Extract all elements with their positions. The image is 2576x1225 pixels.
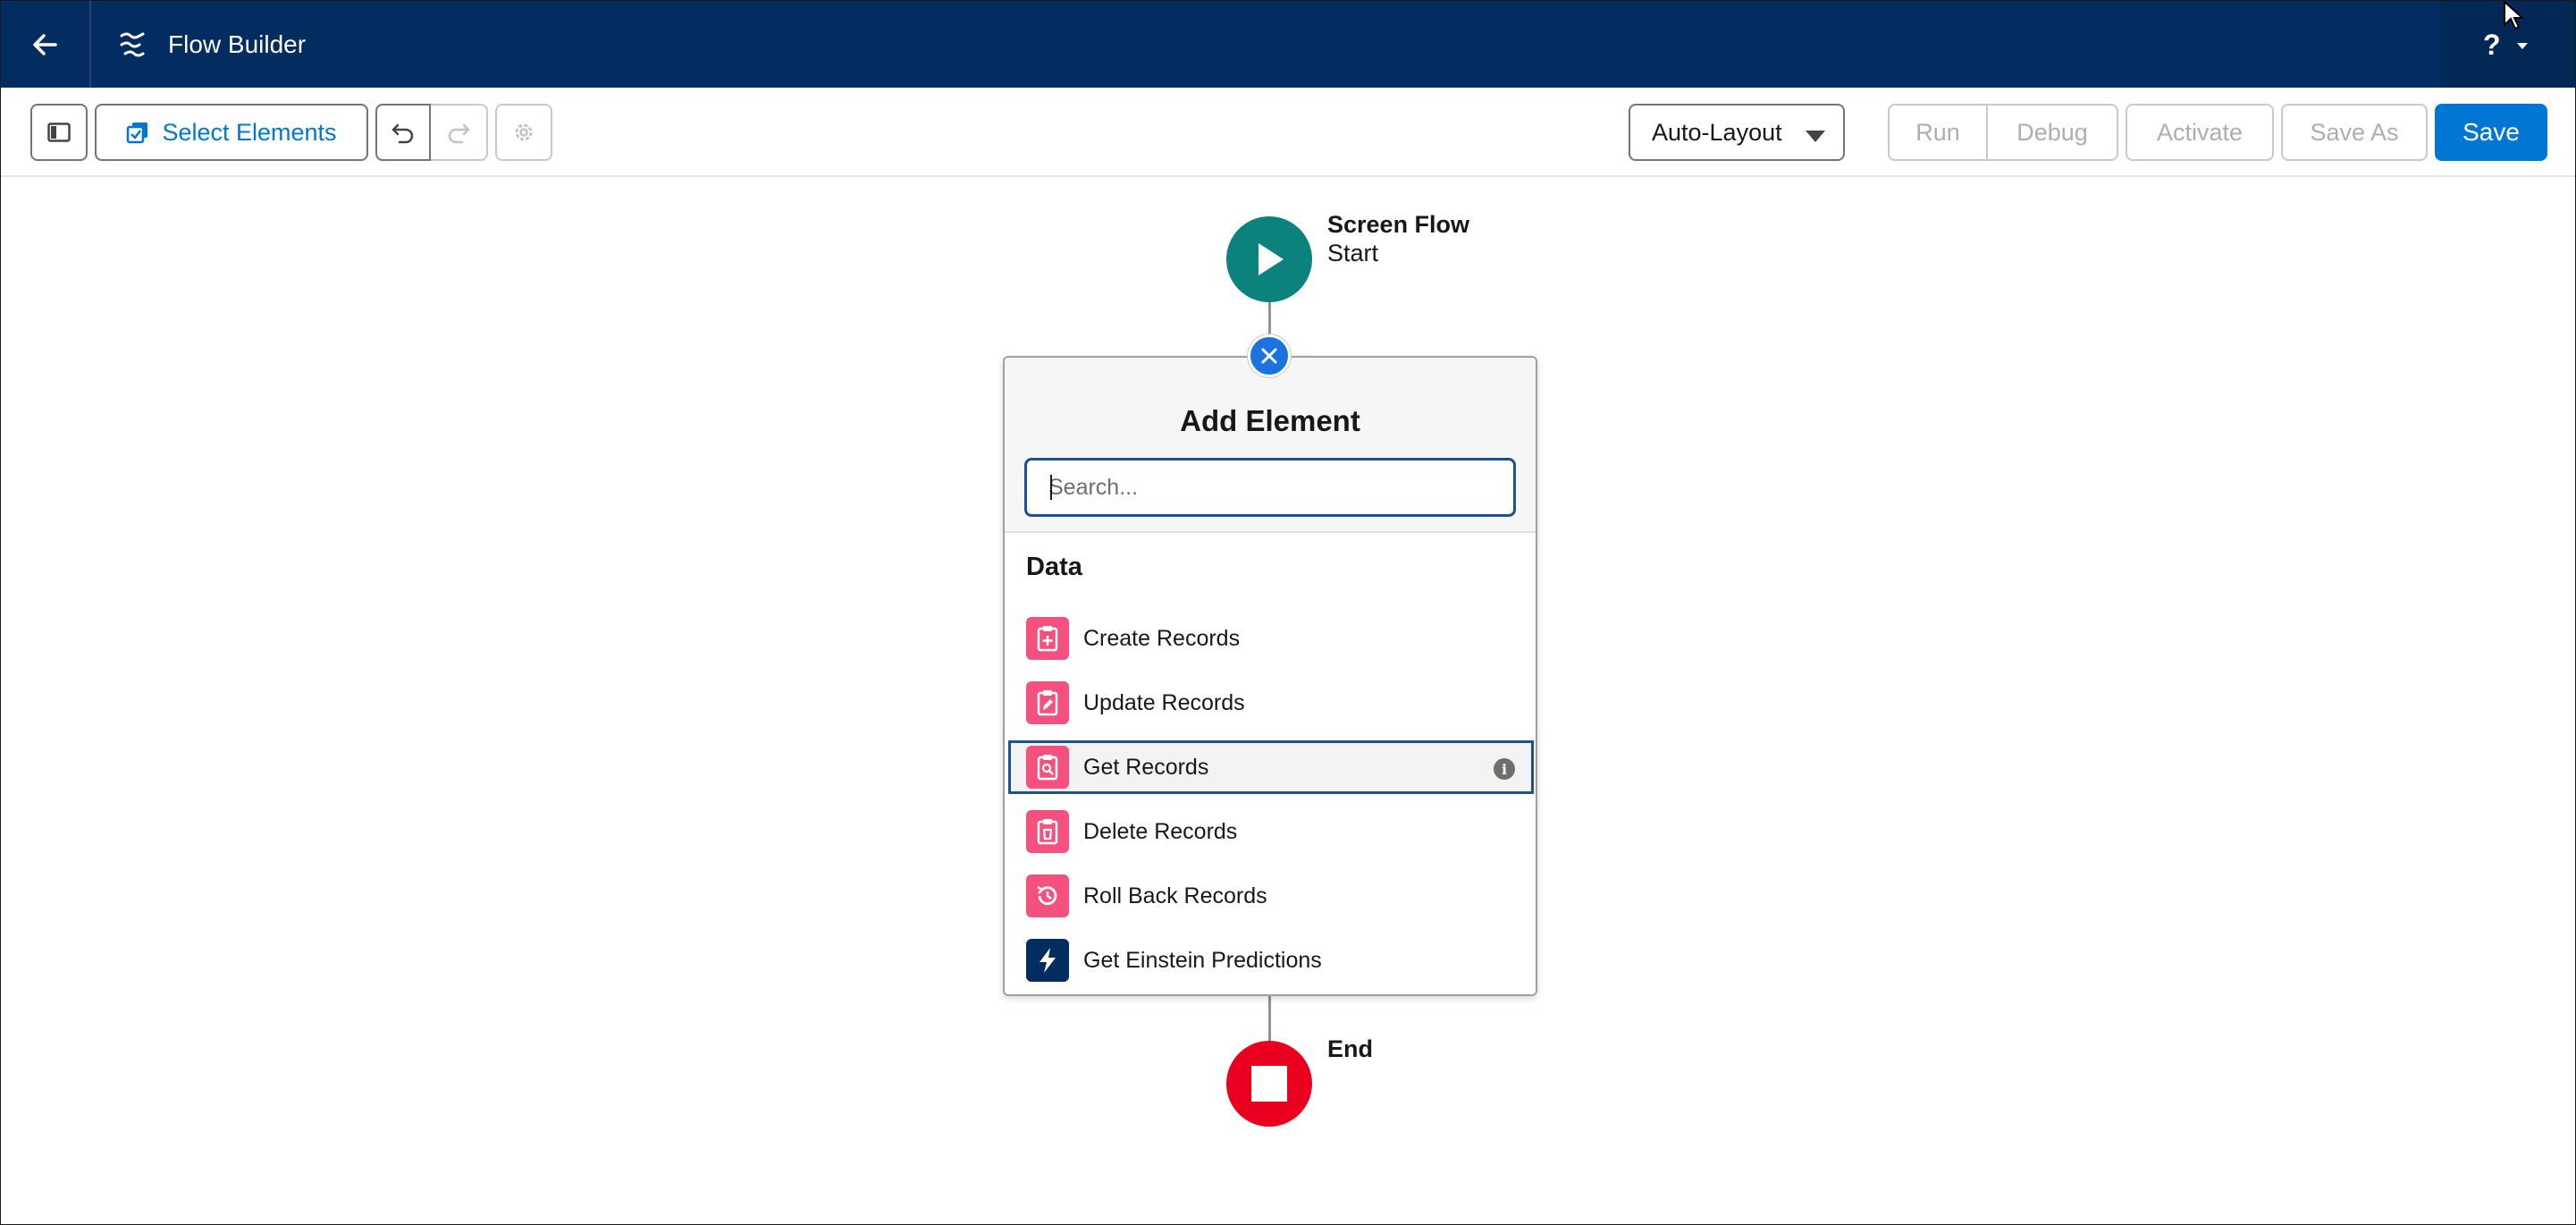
roll-back-records-icon: [1026, 874, 1069, 917]
list-item-label: Get Einstein Predictions: [1083, 947, 1322, 973]
section-label-data: Data: [1026, 553, 1082, 581]
toggle-panel-button[interactable]: [30, 104, 88, 161]
search-input[interactable]: [1027, 460, 1513, 514]
run-debug-group: Run Debug: [1888, 104, 2118, 161]
list-item-get-einstein-predictions[interactable]: Get Einstein Predictions: [1006, 934, 1534, 987]
undo-icon: [391, 123, 414, 144]
flow-icon: [120, 32, 145, 57]
select-elements-icon: [127, 122, 148, 144]
run-button[interactable]: Run: [1890, 106, 1988, 159]
list-item-roll-back-records[interactable]: Roll Back Records: [1006, 869, 1534, 923]
chevron-down-icon[interactable]: [2517, 43, 2528, 49]
debug-button[interactable]: Debug: [1988, 106, 2117, 159]
add-element-panel: Add Element Data Create Records Update R…: [1003, 356, 1537, 996]
play-icon: [1259, 243, 1284, 275]
select-elements-label: Select Elements: [162, 118, 337, 146]
update-records-icon: [1026, 681, 1069, 724]
global-header: Flow Builder ?: [0, 0, 2576, 88]
list-item-label: Roll Back Records: [1083, 883, 1267, 908]
close-icon: [1261, 348, 1277, 364]
search-field[interactable]: [1024, 458, 1516, 517]
list-item-update-records[interactable]: Update Records: [1006, 676, 1534, 730]
stop-icon: [1251, 1066, 1287, 1102]
delete-records-icon: [1026, 810, 1069, 853]
caret-down-icon: [1806, 131, 1825, 142]
start-node-title: Screen Flow: [1327, 211, 1470, 238]
activate-button[interactable]: Activate: [2127, 106, 2272, 159]
info-icon[interactable]: i: [1494, 758, 1515, 780]
app-title: Flow Builder: [168, 30, 307, 58]
settings-button[interactable]: [495, 104, 552, 161]
save-button[interactable]: Save: [2435, 104, 2547, 161]
list-item-label: Get Records: [1083, 754, 1209, 780]
end-node[interactable]: [1226, 1041, 1312, 1127]
list-item-label: Delete Records: [1083, 818, 1238, 844]
end-node-title: End: [1327, 1035, 1373, 1062]
layout-select-value: Auto-Layout: [1652, 118, 1782, 146]
panel-header: Add Element: [1005, 358, 1536, 533]
back-button[interactable]: [20, 20, 70, 70]
panel-title: Add Element: [1180, 404, 1360, 437]
list-item-label: Create Records: [1083, 625, 1241, 651]
select-elements-button[interactable]: Select Elements: [95, 104, 368, 161]
mouse-pointer-icon: [2504, 0, 2525, 30]
get-records-icon: [1026, 746, 1069, 789]
arrow-left-icon: [33, 34, 57, 55]
save-as-button[interactable]: Save As: [2283, 106, 2426, 159]
undo-button[interactable]: [375, 104, 431, 161]
start-node-subtitle: Start: [1327, 240, 1379, 266]
close-panel-button[interactable]: [1248, 334, 1291, 377]
left-panel-icon: [47, 122, 71, 142]
list-item-create-records[interactable]: Create Records: [1006, 612, 1534, 665]
help-button[interactable]: ?: [2483, 27, 2501, 63]
activate-button-wrap: Activate: [2126, 104, 2274, 161]
header-divider: [89, 0, 91, 88]
connector-line: [1268, 300, 1271, 338]
redo-button[interactable]: [431, 106, 486, 159]
layout-select[interactable]: Auto-Layout: [1629, 104, 1845, 161]
start-node[interactable]: [1226, 216, 1312, 302]
create-records-icon: [1026, 617, 1069, 660]
undo-redo-group: [375, 104, 488, 161]
text-cursor: [1050, 475, 1052, 500]
redo-icon: [448, 123, 470, 144]
connector-line: [1268, 994, 1271, 1043]
lightning-icon: [1026, 939, 1069, 982]
save-as-button-wrap: Save As: [2281, 104, 2428, 161]
list-item-label: Update Records: [1083, 689, 1245, 715]
list-item-get-records[interactable]: Get Records i: [1008, 740, 1534, 794]
gear-icon: [515, 123, 533, 141]
list-item-delete-records[interactable]: Delete Records: [1006, 805, 1534, 858]
